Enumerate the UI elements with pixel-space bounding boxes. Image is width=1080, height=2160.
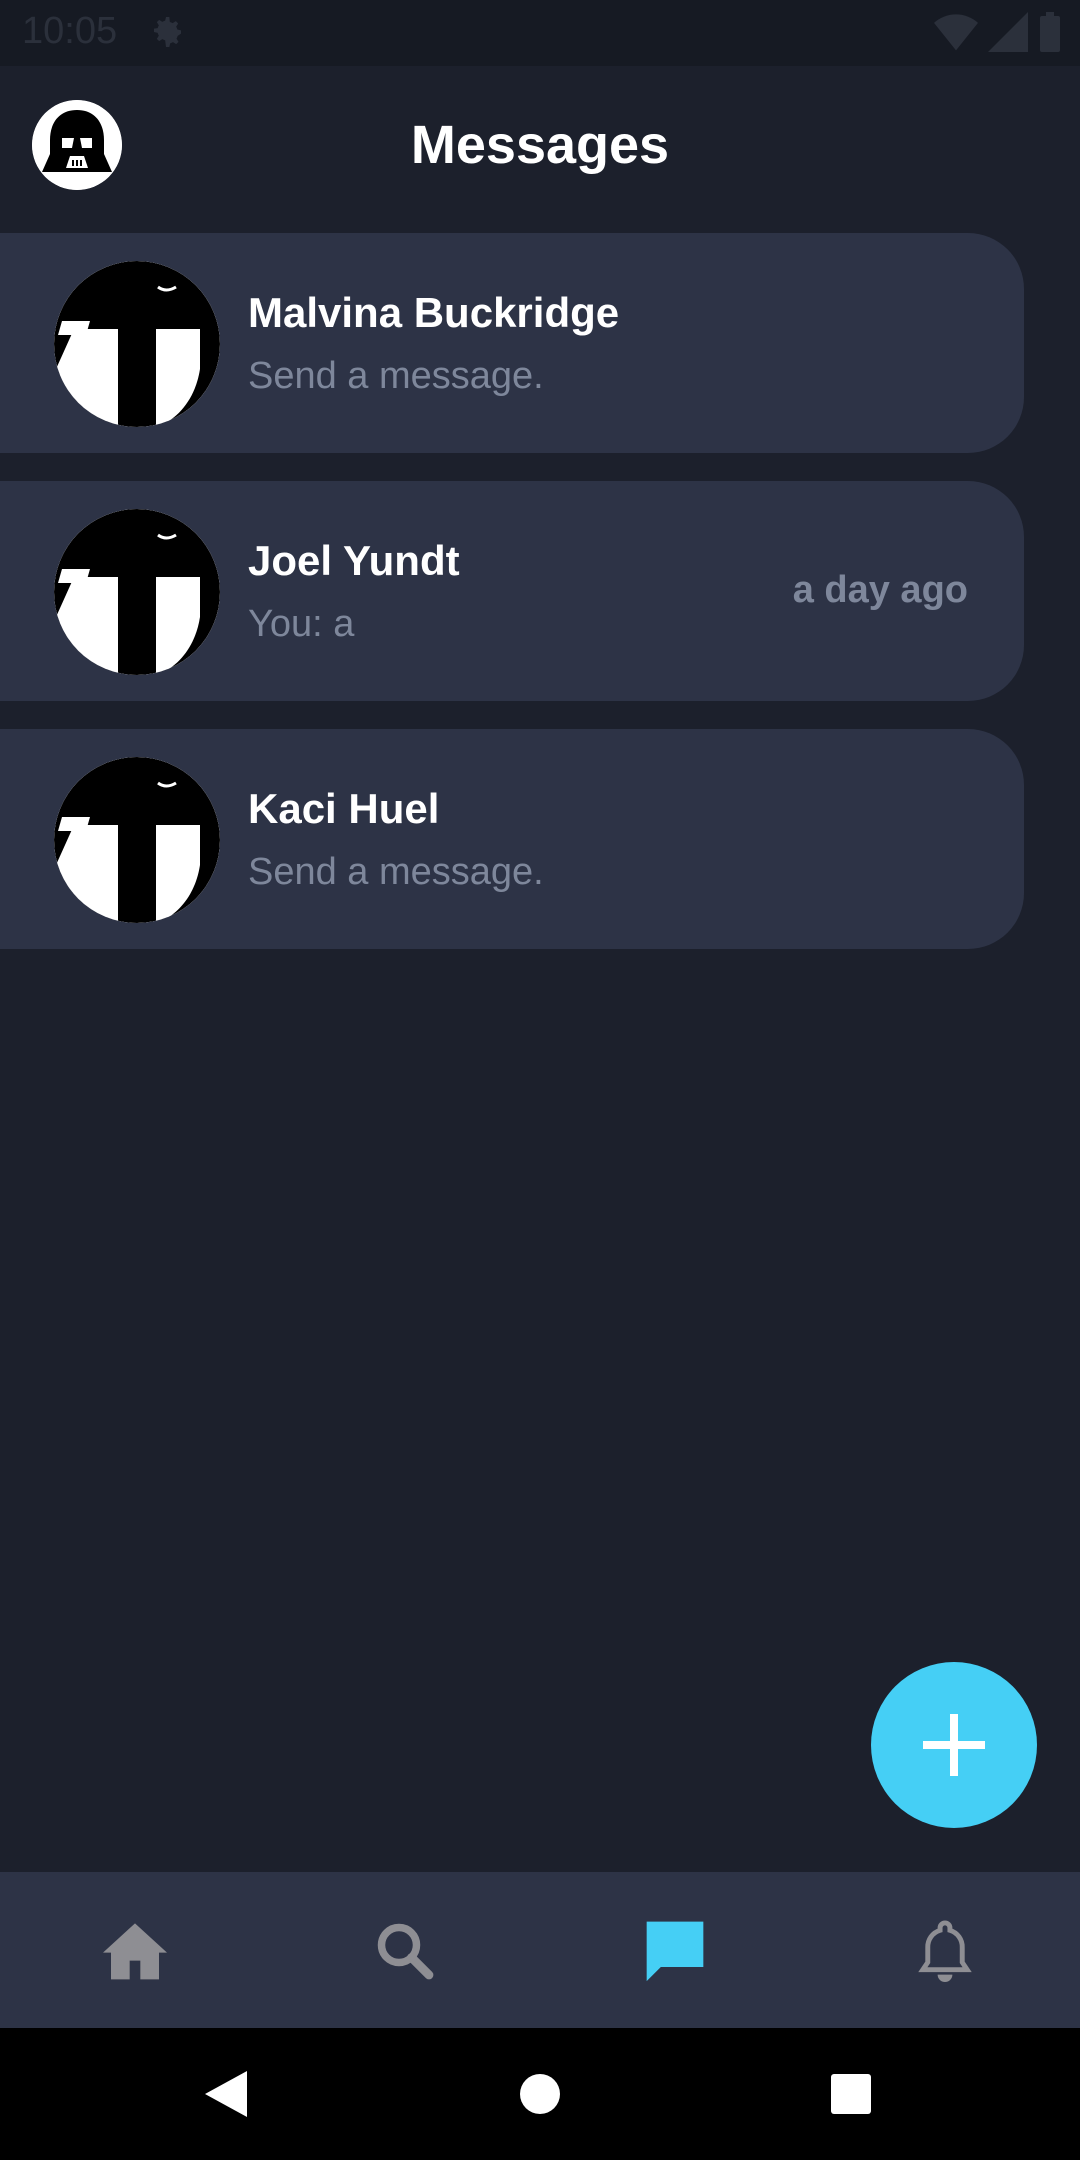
battery-icon bbox=[1038, 12, 1062, 57]
nav-messages-button[interactable] bbox=[635, 1910, 715, 1990]
bottom-navigation bbox=[0, 1872, 1080, 2028]
mandalorian-helmet-avatar bbox=[54, 509, 220, 675]
mandalorian-helmet-avatar bbox=[54, 261, 220, 427]
gear-icon bbox=[146, 12, 186, 57]
back-icon bbox=[205, 2071, 247, 2117]
status-time: 10:05 bbox=[22, 10, 118, 52]
conversation-preview: Send a message. bbox=[248, 851, 544, 893]
bell-icon bbox=[918, 1920, 972, 1982]
home-circle-icon bbox=[520, 2074, 560, 2114]
conversation-item[interactable]: Malvina Buckridge Send a message. bbox=[0, 233, 1024, 453]
conversation-preview: You: a bbox=[248, 603, 355, 645]
search-icon bbox=[377, 1923, 434, 1980]
conversation-name: Joel Yundt bbox=[248, 537, 460, 584]
nav-home-button[interactable] bbox=[95, 1910, 175, 1990]
nav-search-button[interactable] bbox=[364, 1910, 444, 1990]
cell-signal-icon bbox=[988, 12, 1028, 57]
wifi-icon bbox=[934, 12, 978, 57]
home-button[interactable] bbox=[510, 2064, 570, 2124]
page-title: Messages bbox=[410, 115, 670, 175]
recents-button[interactable] bbox=[821, 2064, 881, 2124]
new-message-button[interactable] bbox=[871, 1662, 1037, 1828]
conversation-list: Malvina Buckridge Send a message. Joel Y… bbox=[0, 233, 1080, 977]
plus-icon bbox=[923, 1714, 985, 1776]
recents-icon bbox=[831, 2074, 871, 2114]
mandalorian-helmet-avatar bbox=[54, 757, 220, 923]
chat-icon bbox=[646, 1921, 704, 1982]
conversation-name: Malvina Buckridge bbox=[248, 289, 620, 336]
conversation-preview: Send a message. bbox=[248, 355, 544, 397]
nav-notifications-button[interactable] bbox=[905, 1910, 985, 1990]
app-header: Messages bbox=[0, 66, 1080, 232]
home-icon bbox=[103, 1923, 167, 1980]
conversation-item[interactable]: Joel Yundt You: a a day ago bbox=[0, 481, 1024, 701]
back-button[interactable] bbox=[196, 2064, 256, 2124]
conversation-name: Kaci Huel bbox=[248, 785, 440, 832]
conversation-item[interactable]: Kaci Huel Send a message. bbox=[0, 729, 1024, 949]
system-navigation-bar bbox=[0, 2028, 1080, 2160]
conversation-time: a day ago bbox=[792, 569, 968, 611]
status-bar: 10:05 bbox=[0, 0, 1080, 66]
